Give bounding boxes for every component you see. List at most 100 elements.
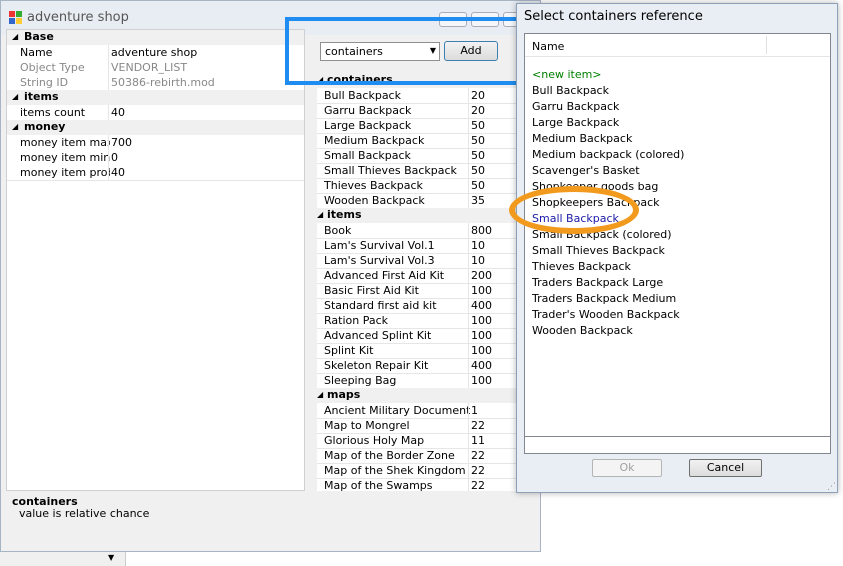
list-row[interactable]: Ration Pack 100: [317, 313, 539, 329]
resize-grip-icon[interactable]: ⋰: [827, 482, 836, 492]
property-row[interactable]: Name adventure shop: [7, 45, 304, 61]
property-value[interactable]: 50386-rebirth.mod: [111, 76, 215, 89]
list-row[interactable]: Basic First Aid Kit 100: [317, 283, 539, 299]
list-item[interactable]: Thieves Backpack: [532, 260, 631, 273]
list-item[interactable]: Garru Backpack: [532, 100, 619, 113]
list-row[interactable]: Sleeping Bag 100: [317, 373, 539, 389]
item-value[interactable]: 22: [471, 419, 485, 432]
list-item[interactable]: Traders Backpack Large: [532, 276, 663, 289]
column-divider: [468, 88, 469, 103]
item-value[interactable]: 22: [471, 464, 485, 477]
property-row[interactable]: items count 40: [7, 105, 304, 121]
list-item[interactable]: Bull Backpack: [532, 84, 609, 97]
list-row[interactable]: Medium Backpack 50: [317, 133, 539, 149]
list-row[interactable]: Lam's Survival Vol.3 10: [317, 253, 539, 269]
item-value[interactable]: 50: [471, 164, 485, 177]
item-value[interactable]: 20: [471, 104, 485, 117]
item-value[interactable]: 50: [471, 119, 485, 132]
property-value[interactable]: 700: [111, 136, 132, 149]
list-row[interactable]: Map to Mongrel 22: [317, 418, 539, 434]
item-value[interactable]: 1: [471, 404, 478, 417]
collapse-triangle-icon[interactable]: ◢: [12, 122, 18, 131]
property-grid[interactable]: ◢ Base Name adventure shop Object Type VENDOR…: [6, 29, 305, 491]
collapse-triangle-icon[interactable]: ◢: [12, 32, 18, 41]
property-row[interactable]: money item max 700: [7, 135, 304, 151]
property-value[interactable]: adventure shop: [111, 46, 197, 59]
item-value[interactable]: 800: [471, 224, 492, 237]
category-header[interactable]: ◢ items: [7, 90, 304, 105]
reference-list[interactable]: Name <new item> Bull Backpack Garru Backpa…: [524, 33, 831, 437]
item-value[interactable]: 50: [471, 149, 485, 162]
list-row[interactable]: Small Thieves Backpack 50: [317, 163, 539, 179]
list-item[interactable]: Large Backpack: [532, 116, 619, 129]
property-value[interactable]: VENDOR_LIST: [111, 61, 187, 74]
item-value[interactable]: 20: [471, 89, 485, 102]
list-row[interactable]: Ancient Military Documents 1: [317, 403, 539, 419]
category-header[interactable]: ◢ Base: [7, 30, 304, 45]
list-row[interactable]: Standard first aid kit 400: [317, 298, 539, 314]
item-value[interactable]: 100: [471, 329, 492, 342]
item-value[interactable]: 100: [471, 284, 492, 297]
item-value[interactable]: 200: [471, 269, 492, 282]
collapse-triangle-icon[interactable]: ◢: [317, 390, 323, 399]
item-value[interactable]: 50: [471, 179, 485, 192]
item-value[interactable]: 100: [471, 374, 492, 387]
item-value[interactable]: 10: [471, 239, 485, 252]
list-row[interactable]: Splint Kit 100: [317, 343, 539, 359]
list-row[interactable]: Thieves Backpack 50: [317, 178, 539, 194]
cancel-button[interactable]: Cancel: [689, 459, 762, 477]
filter-input[interactable]: [524, 436, 831, 454]
list-item[interactable]: Wooden Backpack: [532, 324, 633, 337]
list-row[interactable]: Map of the Swamps 22: [317, 478, 539, 491]
collapse-triangle-icon[interactable]: ◢: [317, 210, 323, 219]
item-value[interactable]: 100: [471, 314, 492, 327]
category-header[interactable]: ◢ items: [317, 208, 539, 223]
list-row[interactable]: Small Backpack 50: [317, 148, 539, 164]
item-value[interactable]: 11: [471, 434, 485, 447]
category-header[interactable]: ◢ maps: [317, 388, 539, 403]
list-row[interactable]: Glorious Holy Map 11: [317, 433, 539, 449]
item-value[interactable]: 22: [471, 479, 485, 491]
list-item[interactable]: Medium Backpack: [532, 132, 632, 145]
column-divider: [468, 253, 469, 268]
list-row[interactable]: Large Backpack 50: [317, 118, 539, 134]
property-value[interactable]: 40: [111, 106, 125, 119]
list-row[interactable]: Bull Backpack 20: [317, 88, 539, 104]
property-value[interactable]: 40: [111, 166, 125, 179]
item-value[interactable]: 10: [471, 254, 485, 267]
bottom-dropdown[interactable]: ▼: [0, 552, 126, 566]
item-value[interactable]: 50: [471, 134, 485, 147]
category-header[interactable]: ◢ money: [7, 120, 304, 135]
list-row[interactable]: Book 800: [317, 223, 539, 239]
property-row[interactable]: money item prob 40: [7, 165, 304, 181]
list-row[interactable]: Map of the Border Zone 22: [317, 448, 539, 464]
list-row[interactable]: Wooden Backpack 35: [317, 193, 539, 209]
list-item[interactable]: Scavenger's Basket: [532, 164, 640, 177]
property-value[interactable]: 0: [111, 151, 118, 164]
list-item[interactable]: Small Thieves Backpack: [532, 244, 665, 257]
list-row[interactable]: Lam's Survival Vol.1 10: [317, 238, 539, 254]
list-item[interactable]: Medium backpack (colored): [532, 148, 684, 161]
property-row[interactable]: Object Type VENDOR_LIST: [7, 60, 304, 76]
item-value[interactable]: 100: [471, 344, 492, 357]
list-row[interactable]: Advanced Splint Kit 100: [317, 328, 539, 344]
list-header[interactable]: Name: [525, 34, 830, 57]
list-row[interactable]: Garru Backpack 20: [317, 103, 539, 119]
item-value[interactable]: 400: [471, 299, 492, 312]
description-text: value is relative chance: [19, 507, 150, 520]
list-item[interactable]: <new item>: [532, 68, 602, 81]
property-row[interactable]: money item min 0: [7, 150, 304, 166]
property-row[interactable]: String ID 50386-rebirth.mod: [7, 75, 304, 91]
list-grid[interactable]: ◢ containers Bull Backpack 20 Garru Backpack…: [317, 73, 539, 491]
column-header-name[interactable]: Name: [532, 40, 564, 53]
list-row[interactable]: Skeleton Repair Kit 400: [317, 358, 539, 374]
list-item[interactable]: Trader's Wooden Backpack: [532, 308, 680, 321]
collapse-triangle-icon[interactable]: ◢: [12, 92, 18, 101]
item-value[interactable]: 22: [471, 449, 485, 462]
item-value[interactable]: 400: [471, 359, 492, 372]
item-value[interactable]: 35: [471, 194, 485, 207]
list-row[interactable]: Advanced First Aid Kit 200: [317, 268, 539, 284]
list-item[interactable]: Traders Backpack Medium: [532, 292, 676, 305]
list-row[interactable]: Map of the Shek Kingdom 22: [317, 463, 539, 479]
ok-button[interactable]: Ok: [592, 459, 662, 477]
